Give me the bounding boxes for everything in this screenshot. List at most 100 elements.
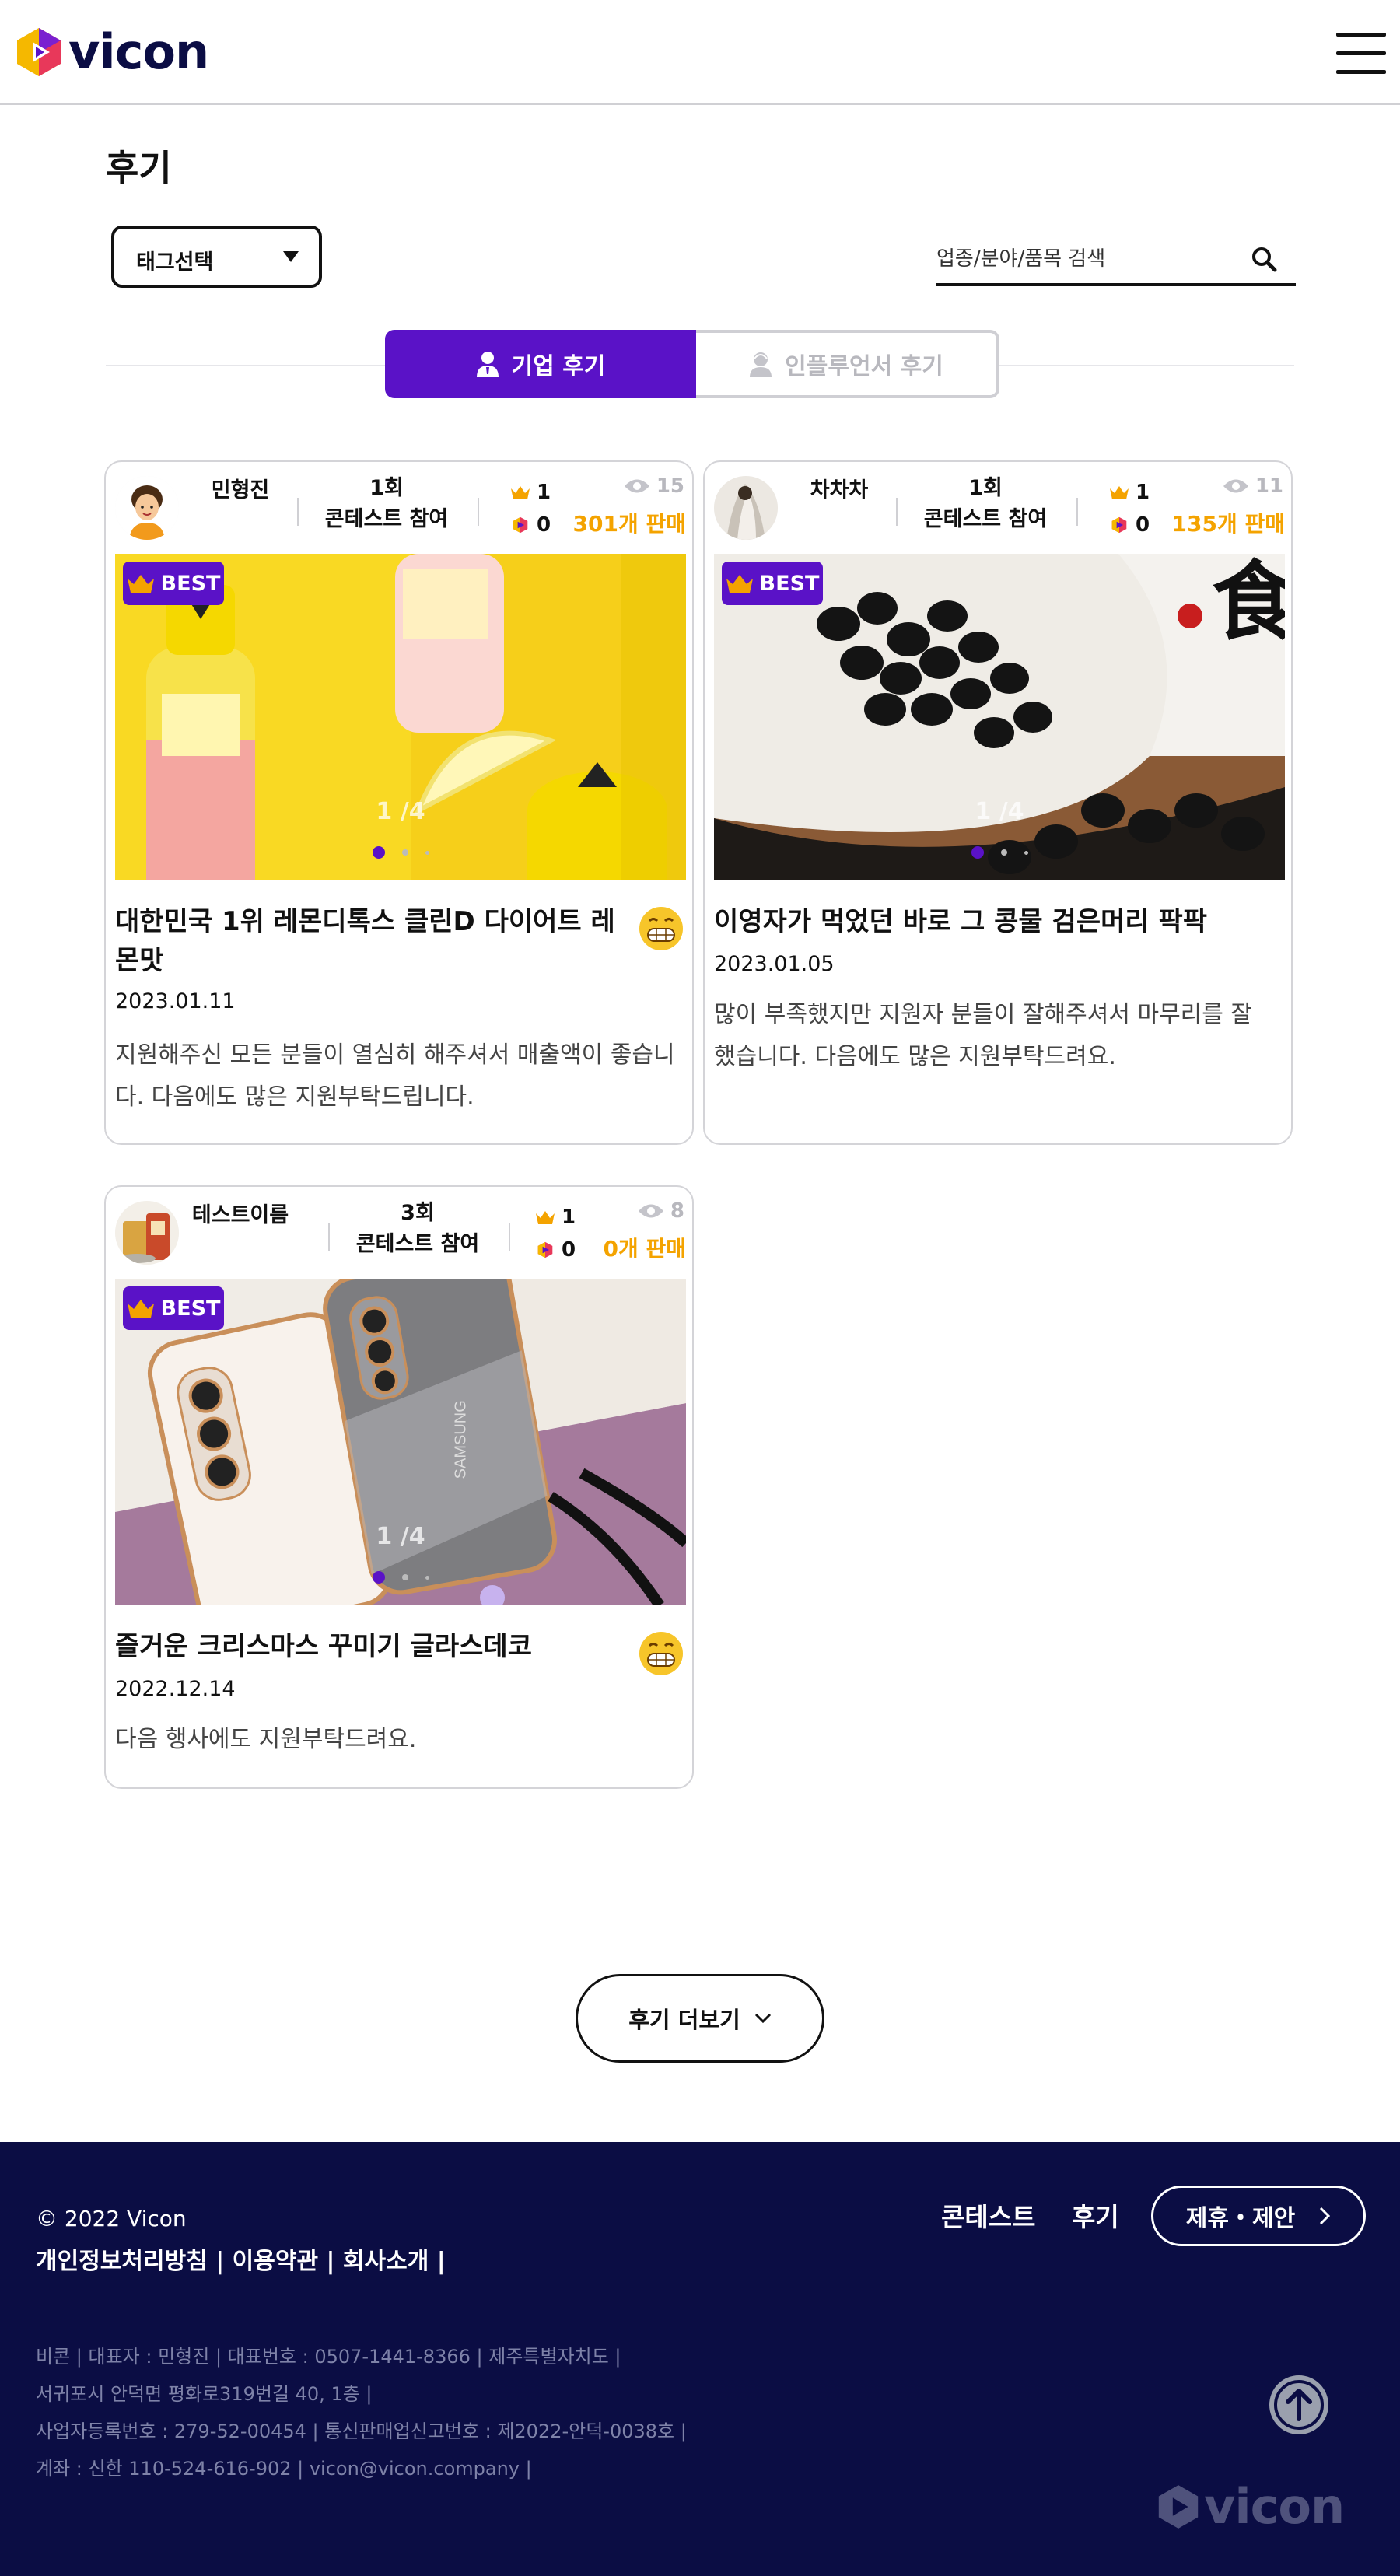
search-input[interactable]: [936, 240, 1232, 278]
review-text: 다음 행사에도 지원부탁드려요.: [115, 1726, 417, 1753]
footer-logo-text: vicon: [1204, 2478, 1345, 2535]
vicon-logo[interactable]: vicon: [16, 23, 209, 80]
carousel-dot[interactable]: [372, 846, 385, 859]
copyright: © 2022 Vicon: [36, 2206, 187, 2231]
reviewer-stats: 1 0: [1109, 476, 1150, 541]
carousel-dot[interactable]: [401, 849, 408, 856]
best-label: BEST: [759, 571, 820, 596]
review-image-carousel[interactable]: SAMSUNG BEST 1 /4: [115, 1279, 686, 1605]
review-card[interactable]: 차차차 1회 콘테스트 참여 1 0 11 135개 판매 BEST 1 /4 …: [703, 460, 1293, 1145]
avatar: [115, 476, 179, 540]
carousel-dot[interactable]: [1024, 850, 1028, 855]
carousel-dot[interactable]: [1000, 849, 1007, 856]
play-badge-icon: [537, 1241, 553, 1258]
load-more-label: 후기 더보기: [628, 2007, 740, 2033]
company-info-line: 계좌 : 신한 110-524-616-902 | vicon@vicon.co…: [36, 2458, 532, 2480]
review-card[interactable]: 테스트이름 3회 콘테스트 참여 1 0 8 0개 판매 SAMSUNG BES…: [104, 1185, 694, 1789]
vicon-logo-icon: [1158, 2485, 1199, 2529]
chevron-down-icon: [754, 2013, 771, 2024]
card-header: 테스트이름 3회 콘테스트 참여 1 0 8 0개 판매: [106, 1187, 692, 1279]
caret-down-icon: [283, 251, 299, 262]
crown-count: 1: [537, 481, 551, 504]
divider: [1076, 498, 1078, 526]
sales-count: 135개 판매: [1171, 511, 1285, 537]
scroll-to-top-button[interactable]: [1269, 2375, 1328, 2434]
load-more-reviews-button[interactable]: 후기 더보기: [576, 1974, 824, 2063]
reviewer-name: 테스트이름: [191, 1203, 289, 1227]
contest-participation: 3회 콘테스트 참여: [344, 1198, 492, 1260]
image-caption: 食: [1212, 554, 1285, 652]
review-card[interactable]: 민형진 1회 콘테스트 참여 1 0 15 301개 판매 BEST 1 /4 …: [104, 460, 694, 1145]
review-date: 2023.01.11: [115, 989, 236, 1013]
tag-select-dropdown[interactable]: 태그선택: [111, 226, 322, 288]
tab-company-reviews[interactable]: 기업 후기: [385, 330, 696, 398]
divider: [509, 1223, 510, 1251]
image-counter: 1 /4: [975, 798, 1024, 825]
phone-brand-text: SAMSUNG: [452, 1400, 469, 1479]
review-title[interactable]: 대한민국 1위 레몬디톡스 클린D 다이어트 레몬맛: [115, 902, 621, 980]
person-icon: [476, 352, 499, 377]
play-badge-icon: [1111, 516, 1127, 534]
contest-count: 1회: [968, 476, 1003, 500]
sales-count: 301개 판매: [572, 511, 686, 537]
view-count: 15: [624, 474, 684, 498]
eye-icon: [1223, 479, 1248, 493]
best-badge: BEST: [123, 1286, 224, 1330]
footer-nav-contest[interactable]: 콘테스트: [941, 2196, 1035, 2234]
crown-icon: [536, 1211, 555, 1224]
divider: [478, 498, 479, 526]
reviewer-stats: 1 0: [535, 1201, 576, 1266]
best-label: BEST: [160, 571, 221, 596]
grinning-face-icon: [639, 907, 683, 950]
carousel-dots: [714, 846, 1285, 859]
contest-participation: 1회 콘테스트 참여: [912, 473, 1059, 535]
carousel-dot[interactable]: [372, 1571, 385, 1584]
carousel-dot[interactable]: [401, 1574, 408, 1580]
carousel-dot[interactable]: [425, 850, 429, 855]
best-label: BEST: [160, 1296, 221, 1321]
footer-links[interactable]: 개인정보처리방침 | 이용약관 | 회사소개 |: [36, 2242, 446, 2276]
footer-nav-reviews[interactable]: 후기: [1072, 2196, 1119, 2234]
reviewer-name: 민형진: [211, 478, 270, 502]
review-image-carousel[interactable]: 食 BEST 1 /4: [714, 554, 1285, 880]
best-badge: BEST: [123, 562, 224, 605]
contest-participation: 1회 콘테스트 참여: [313, 473, 460, 535]
contest-label: 콘테스트 참여: [324, 507, 449, 531]
company-info-line: 서귀포시 안덕면 평화로319번길 40, 1층 |: [36, 2383, 373, 2405]
divider: [896, 498, 898, 526]
influencer-icon: [750, 352, 772, 377]
tab-label: 기업 후기: [511, 353, 606, 380]
carousel-dot[interactable]: [425, 1575, 429, 1580]
arrow-up-icon: [1274, 2380, 1324, 2430]
partnership-label: 제휴・제안: [1185, 2205, 1296, 2232]
menu-icon[interactable]: [1336, 33, 1386, 75]
review-date: 2022.12.14: [115, 1677, 236, 1701]
eye-icon: [638, 1204, 663, 1218]
header: vicon: [0, 0, 1400, 105]
best-badge: BEST: [722, 562, 823, 605]
logo-text: vicon: [68, 23, 209, 80]
company-info-line: 사업자등록번호 : 279-52-00454 | 통신판매업신고번호 : 제20…: [36, 2420, 687, 2442]
carousel-dot[interactable]: [971, 846, 984, 859]
review-title[interactable]: 이영자가 먹었던 바로 그 콩물 검은머리 팍팍: [714, 902, 1220, 941]
views-value: 8: [670, 1199, 684, 1223]
review-title[interactable]: 즐거운 크리스마스 꾸미기 글라스데코: [115, 1627, 621, 1666]
partnership-button[interactable]: 제휴・제안: [1151, 2186, 1366, 2246]
view-count: 8: [638, 1199, 684, 1223]
avatar: [115, 1201, 179, 1265]
play-count: 0: [1136, 513, 1150, 537]
crown-count: 1: [562, 1206, 576, 1229]
crown-icon: [127, 575, 154, 593]
search-icon[interactable]: [1251, 246, 1277, 272]
sales-count: 0개 판매: [603, 1236, 686, 1262]
image-counter: 1 /4: [376, 1523, 425, 1550]
card-header: 민형진 1회 콘테스트 참여 1 0 15 301개 판매: [106, 462, 692, 554]
views-value: 15: [656, 474, 684, 498]
reviewer-name: 차차차: [810, 478, 869, 502]
crown-icon: [1110, 486, 1129, 499]
review-image-carousel[interactable]: BEST 1 /4: [115, 554, 686, 880]
crown-icon: [511, 486, 530, 499]
avatar: [714, 476, 778, 540]
image-counter: 1 /4: [376, 798, 425, 825]
tab-influencer-reviews[interactable]: 인플루언서 후기: [696, 330, 999, 398]
